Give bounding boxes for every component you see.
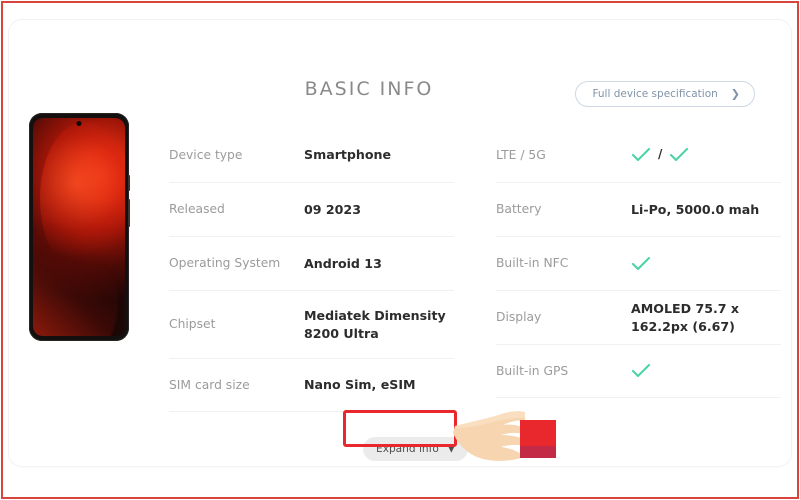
basic-info-card: BASIC INFO Full device specification ❯ D… <box>8 19 792 467</box>
spec-label: Built-in NFC <box>496 256 569 271</box>
checkmark-icon <box>631 256 781 271</box>
checkmark-icon <box>669 148 689 162</box>
spec-label: Released <box>169 202 225 217</box>
separator-slash: / <box>658 147 663 162</box>
front-camera-icon <box>76 121 82 126</box>
screenshot-root: BASIC INFO Full device specification ❯ D… <box>0 0 800 500</box>
spec-value <box>631 364 781 378</box>
phone-body <box>29 113 129 341</box>
phone-screen-wallpaper <box>33 118 125 336</box>
spec-value <box>631 256 781 271</box>
table-row: Built-in NFC <box>496 236 781 290</box>
table-row: Device type Smartphone <box>169 128 454 182</box>
spec-label: Chipset <box>169 317 216 332</box>
table-row: Built-in GPS <box>496 344 781 398</box>
table-row: Operating System Android 13 <box>169 236 454 290</box>
device-image <box>29 113 130 341</box>
table-row: LTE / 5G / <box>496 128 781 182</box>
spec-value: Android 13 <box>304 255 382 271</box>
spec-column-left: Device type Smartphone Released 09 2023 … <box>169 128 454 412</box>
table-row: Display AMOLED 75.7 x 162.2px (6.67) <box>496 290 781 344</box>
table-row: Released 09 2023 <box>169 182 454 236</box>
table-row: Chipset Mediatek Dimensity 8200 Ultra <box>169 290 454 358</box>
spec-value: Nano Sim, eSIM <box>304 377 416 393</box>
phone-volume-button <box>128 199 130 227</box>
table-row: Battery Li-Po, 5000.0 mah <box>496 182 781 236</box>
chevron-right-icon: ❯ <box>730 87 740 100</box>
lte-5g-checks: / <box>631 146 781 163</box>
checkmark-icon <box>631 364 781 378</box>
spec-label: SIM card size <box>169 377 250 392</box>
spec-label: Display <box>496 310 542 325</box>
spec-label: Battery <box>496 202 542 217</box>
full-device-specification-button[interactable]: Full device specification ❯ <box>575 81 755 107</box>
spec-value: / <box>631 146 781 163</box>
table-row: SIM card size Nano Sim, eSIM <box>169 358 454 412</box>
full-device-specification-label: Full device specification <box>592 88 718 100</box>
expand-info-label: Expand info <box>376 443 439 455</box>
spec-label: Built-in GPS <box>496 363 569 378</box>
spec-label: Operating System <box>169 256 281 271</box>
spec-label: Device type <box>169 147 243 162</box>
spec-column-right: LTE / 5G / Battery Li-Po, 5000.0 mah Bui… <box>496 128 781 412</box>
spec-value: Mediatek Dimensity 8200 Ultra <box>304 307 446 341</box>
spec-value: Smartphone <box>304 147 392 163</box>
pointing-hand-cursor <box>437 404 559 466</box>
spec-tables: Device type Smartphone Released 09 2023 … <box>169 128 781 412</box>
page-title: BASIC INFO <box>304 78 434 100</box>
spec-value: AMOLED 75.7 x 162.2px (6.67) <box>631 300 740 334</box>
spec-value: Li-Po, 5000.0 mah <box>631 201 760 217</box>
phone-power-button <box>128 175 130 191</box>
checkmark-icon <box>631 148 651 162</box>
spec-value: 09 2023 <box>304 201 361 217</box>
spec-label: LTE / 5G <box>496 147 546 162</box>
